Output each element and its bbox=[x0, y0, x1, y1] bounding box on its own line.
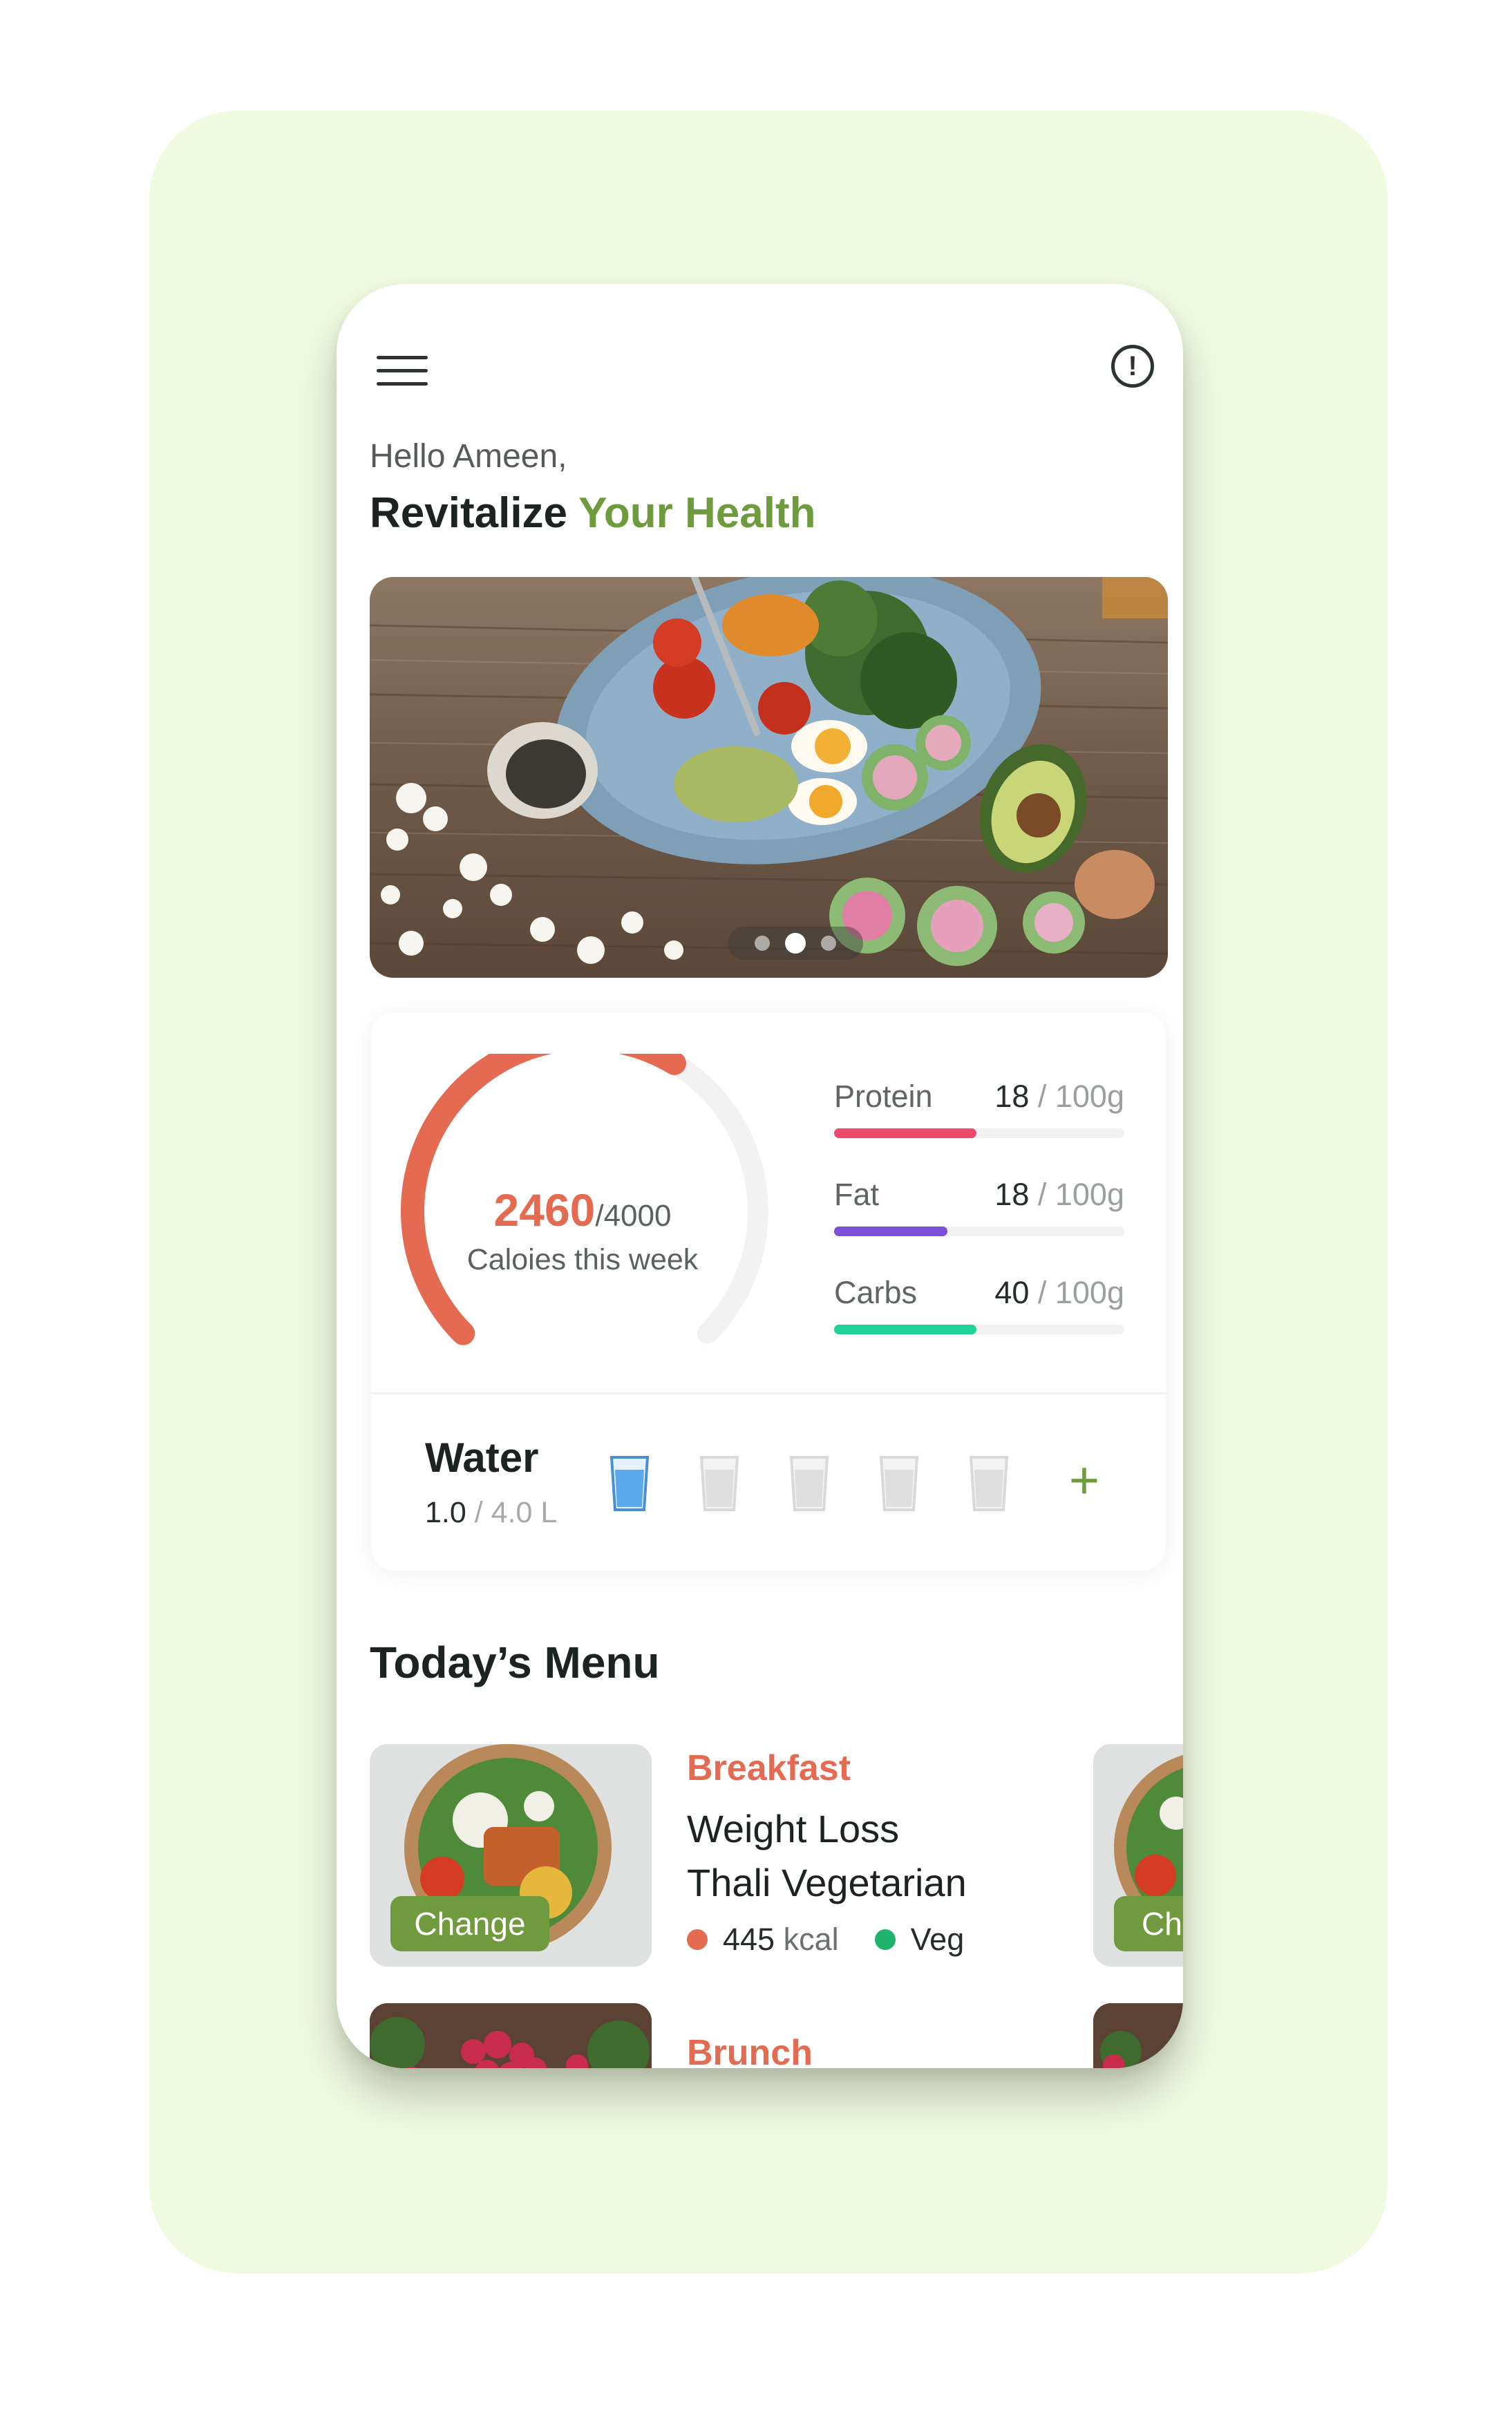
water-glass-empty-icon[interactable] bbox=[788, 1455, 830, 1513]
info-circle-icon[interactable]: ! bbox=[1111, 345, 1154, 388]
meal-meta: 445 kcal Veg bbox=[687, 1922, 964, 1958]
change-meal-button[interactable]: Change bbox=[390, 1896, 549, 1951]
macro-value: 40 / 100g bbox=[994, 1275, 1124, 1310]
headline-main: Revitalize bbox=[370, 489, 568, 537]
carousel-dot-2[interactable] bbox=[785, 933, 806, 954]
macro-label: Protein bbox=[834, 1079, 933, 1114]
macro-label: Fat bbox=[834, 1177, 880, 1212]
macro-carbs: Carbs 40 / 100g bbox=[834, 1275, 1124, 1351]
hero-food-image[interactable] bbox=[370, 577, 1168, 978]
hamburger-menu-icon[interactable] bbox=[377, 350, 429, 392]
macro-protein: Protein 18 / 100g bbox=[834, 1079, 1124, 1155]
water-title: Water bbox=[425, 1434, 539, 1481]
carousel-dot-3[interactable] bbox=[821, 936, 836, 951]
macro-value: 18 / 100g bbox=[994, 1177, 1124, 1212]
water-glass-filled-icon[interactable] bbox=[609, 1455, 650, 1513]
calorie-total: /4000 bbox=[595, 1199, 672, 1233]
water-glass-empty-icon[interactable] bbox=[968, 1455, 1010, 1513]
water-glass-empty-icon[interactable] bbox=[699, 1455, 740, 1513]
brunch-image[interactable] bbox=[370, 2003, 652, 2068]
meal-type-label: Brunch bbox=[687, 2033, 813, 2068]
calorie-label: Caloies this week bbox=[466, 1243, 699, 1276]
headline-accent: Your Health bbox=[578, 489, 816, 537]
kcal-value: 445 bbox=[723, 1922, 775, 1957]
calorie-current: 2460 bbox=[493, 1184, 596, 1235]
phone-screen: ! Hello Ameen, Revitalize Your Health 24… bbox=[337, 284, 1183, 2068]
macro-value: 18 / 100g bbox=[994, 1079, 1124, 1114]
greeting-text: Hello Ameen, bbox=[370, 438, 567, 475]
diet-label: Veg bbox=[910, 1922, 965, 1957]
water-glass-empty-icon[interactable] bbox=[878, 1455, 920, 1513]
macro-progress-track bbox=[834, 1325, 1124, 1334]
food-plate-photo bbox=[370, 577, 1168, 978]
todays-menu-title: Today’s Menu bbox=[370, 1638, 660, 1687]
carbs-progress-bar bbox=[834, 1325, 976, 1334]
change-meal-button[interactable]: Ch bbox=[1114, 1896, 1183, 1951]
nutrition-stats-card: 2460/4000 Caloies this week Protein 18 /… bbox=[371, 1012, 1166, 1571]
macro-fat: Fat 18 / 100g bbox=[834, 1177, 1124, 1253]
add-water-button[interactable]: + bbox=[1064, 1455, 1105, 1507]
card-divider bbox=[371, 1392, 1166, 1394]
meal-name[interactable]: Weight Loss Thali Vegetarian bbox=[687, 1802, 1074, 1910]
veg-dot-icon bbox=[874, 1929, 896, 1950]
kcal-unit: kcal bbox=[783, 1922, 839, 1957]
berries-photo bbox=[370, 2003, 652, 2068]
kcal-dot-icon bbox=[687, 1929, 708, 1950]
carousel-dot-1[interactable] bbox=[755, 936, 770, 951]
meal-type-label: Breakfast bbox=[687, 1748, 851, 1788]
macro-progress-track bbox=[834, 1128, 1124, 1138]
macro-label: Carbs bbox=[834, 1275, 918, 1310]
carousel-indicator bbox=[728, 927, 863, 960]
macro-progress-track bbox=[834, 1227, 1124, 1236]
page-title: Revitalize Your Health bbox=[370, 489, 815, 538]
water-amount: 1.0 / 4.0 L bbox=[425, 1496, 558, 1529]
fat-progress-bar bbox=[834, 1227, 947, 1236]
next-brunch-image[interactable] bbox=[1093, 2003, 1183, 2068]
berries-photo bbox=[1093, 2003, 1183, 2068]
calorie-value: 2460/4000 bbox=[424, 1184, 741, 1236]
protein-progress-bar bbox=[834, 1128, 976, 1138]
